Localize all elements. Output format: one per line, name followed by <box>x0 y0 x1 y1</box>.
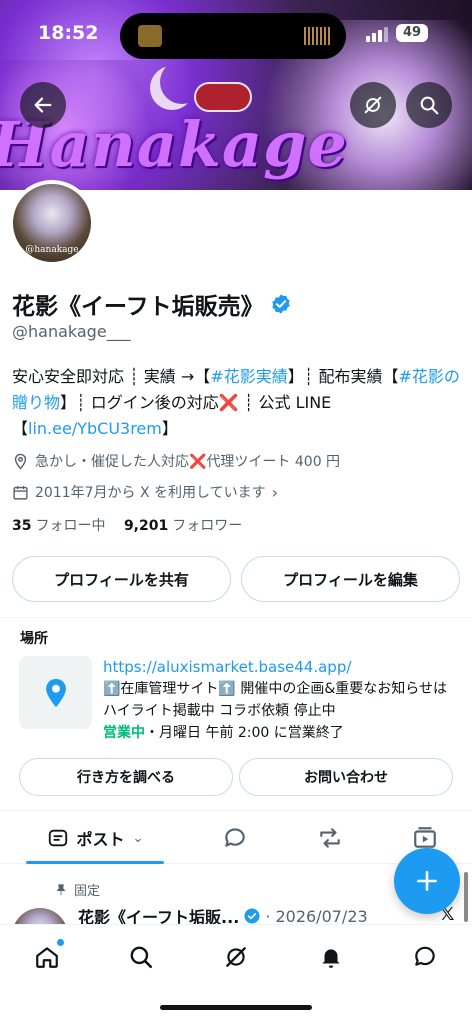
compose-button[interactable] <box>394 848 460 914</box>
map-thumbnail[interactable] <box>19 656 92 729</box>
cross-mark-emoji: ❌ <box>218 393 239 412</box>
location-text: 急かし・催促した人対応 <box>35 454 189 470</box>
grok-icon <box>364 96 382 114</box>
location-text: 代理ツイート 400 円 <box>206 454 341 470</box>
home-indicator[interactable] <box>160 1005 312 1010</box>
tab-replies[interactable] <box>212 812 258 864</box>
pin-icon <box>56 883 66 895</box>
search-button[interactable] <box>406 82 452 128</box>
tab-reposts[interactable] <box>307 812 353 864</box>
signal-icon <box>366 26 388 42</box>
status-bar: 18:52 49 <box>0 0 472 60</box>
bio-text: 】┊ ログイン後の対応 <box>60 393 219 412</box>
cloud-icon <box>196 84 250 110</box>
joined-text: 2011年7月から X を利用しています <box>35 485 266 501</box>
chevron-down-icon: ⌄ <box>132 830 144 846</box>
calendar-icon <box>13 485 28 500</box>
tab-posts-label: ポスト <box>76 830 125 849</box>
grok-button[interactable] <box>350 82 396 128</box>
pinned-text: 固定 <box>74 884 101 899</box>
open-status: 営業中 <box>103 725 145 741</box>
bell-icon <box>322 949 340 968</box>
dynamic-island <box>120 13 346 59</box>
nav-grok[interactable] <box>216 937 256 977</box>
following-count: 35 <box>12 518 32 534</box>
profile-tabs: ポスト ⌄ <box>0 812 472 864</box>
search-icon <box>130 946 153 969</box>
now-playing-icon <box>138 25 162 47</box>
profile-handle: @hanakage___ <box>12 322 131 341</box>
follow-counts: 35 フォロー中 9,201 フォロワー <box>12 515 242 535</box>
following-link[interactable]: 35 フォロー中 <box>12 518 105 534</box>
followers-label: フォロワー <box>172 518 243 534</box>
back-button[interactable] <box>20 82 66 128</box>
post-date: · 2026/07/23 <box>265 906 368 926</box>
profile-bio: 安心安全即対応 ┊ 実績 →【#花影実績】┊ 配布実績【#花影の贈り物】┊ ログ… <box>12 364 460 442</box>
bio-text: 】 <box>161 419 178 438</box>
scrollbar[interactable] <box>464 872 468 922</box>
map-pin-icon <box>45 678 66 707</box>
directions-button[interactable]: 行き方を調べる <box>19 758 233 796</box>
followers-count: 9,201 <box>123 518 169 534</box>
closing-time: ・月曜日 午前 2:00 に営業終了 <box>145 725 344 741</box>
search-icon <box>420 96 439 115</box>
cross-mark-emoji: ❌ <box>189 454 207 470</box>
following-label: フォロー中 <box>35 518 106 534</box>
divider <box>0 810 472 811</box>
home-icon <box>36 947 58 968</box>
business-url-link[interactable]: https://aluxismarket.base44.app/ <box>103 656 459 678</box>
business-hours: 営業中・月曜日 午前 2:00 に営業終了 <box>103 722 459 744</box>
avatar[interactable]: @hanakage <box>9 180 95 266</box>
post-list-icon <box>48 829 67 847</box>
message-bubble-icon <box>415 946 435 966</box>
reply-bubble-icon <box>225 828 245 847</box>
nav-messages[interactable] <box>405 937 445 977</box>
followers-link[interactable]: 9,201 フォロワー <box>124 518 242 534</box>
verified-badge-icon <box>244 908 260 924</box>
notification-dot <box>57 939 64 946</box>
profile-name: 花影《イーフト垢販売》 <box>12 294 264 320</box>
divider <box>0 617 472 618</box>
pinned-label: 固定 <box>54 880 100 899</box>
profile-joined[interactable]: 2011年7月から X を利用しています › <box>12 482 278 502</box>
hashtag-link-achievements[interactable]: #花影実績 <box>210 367 287 386</box>
nav-search[interactable] <box>121 937 161 977</box>
business-info: https://aluxismarket.base44.app/ ⬆️在庫管理サ… <box>103 656 459 744</box>
avatar-tag: @hanakage <box>25 245 79 255</box>
plus-icon <box>417 871 437 891</box>
location-pin-icon <box>14 453 27 470</box>
share-profile-button[interactable]: プロフィールを共有 <box>12 556 231 602</box>
bio-text: 安心安全即対応 ┊ 実績 →【 <box>12 367 211 386</box>
verified-badge-icon[interactable] <box>270 293 292 315</box>
nav-notifications[interactable] <box>311 937 351 977</box>
grok-icon <box>226 947 246 967</box>
chevron-right-icon: › <box>271 482 279 502</box>
profile-name-row: 花影《イーフト垢販売》 <box>12 287 292 321</box>
edit-profile-button[interactable]: プロフィールを編集 <box>241 556 460 602</box>
line-link[interactable]: lin.ee/YbCU3rem <box>28 419 162 438</box>
active-tab-indicator <box>26 861 164 864</box>
bio-text: 】┊ 配布実績【 <box>287 367 399 386</box>
contact-button[interactable]: お問い合わせ <box>239 758 453 796</box>
profile-location: 急かし・催促した人対応❌代理ツイート 400 円 <box>12 451 340 471</box>
repost-icon <box>320 828 340 848</box>
business-description: ⬆️在庫管理サイト⬆️ 開催中の企画&重要なお知らせはハイライト掲載中 コラボ依… <box>103 681 447 719</box>
tab-posts[interactable]: ポスト ⌄ <box>26 812 164 864</box>
nav-home[interactable] <box>27 937 67 977</box>
arrow-left-icon <box>34 97 52 113</box>
status-time: 18:52 <box>38 22 99 44</box>
business-section-title: 場所 <box>20 631 48 647</box>
battery-icon: 49 <box>396 24 428 42</box>
waveform-icon <box>304 27 330 45</box>
